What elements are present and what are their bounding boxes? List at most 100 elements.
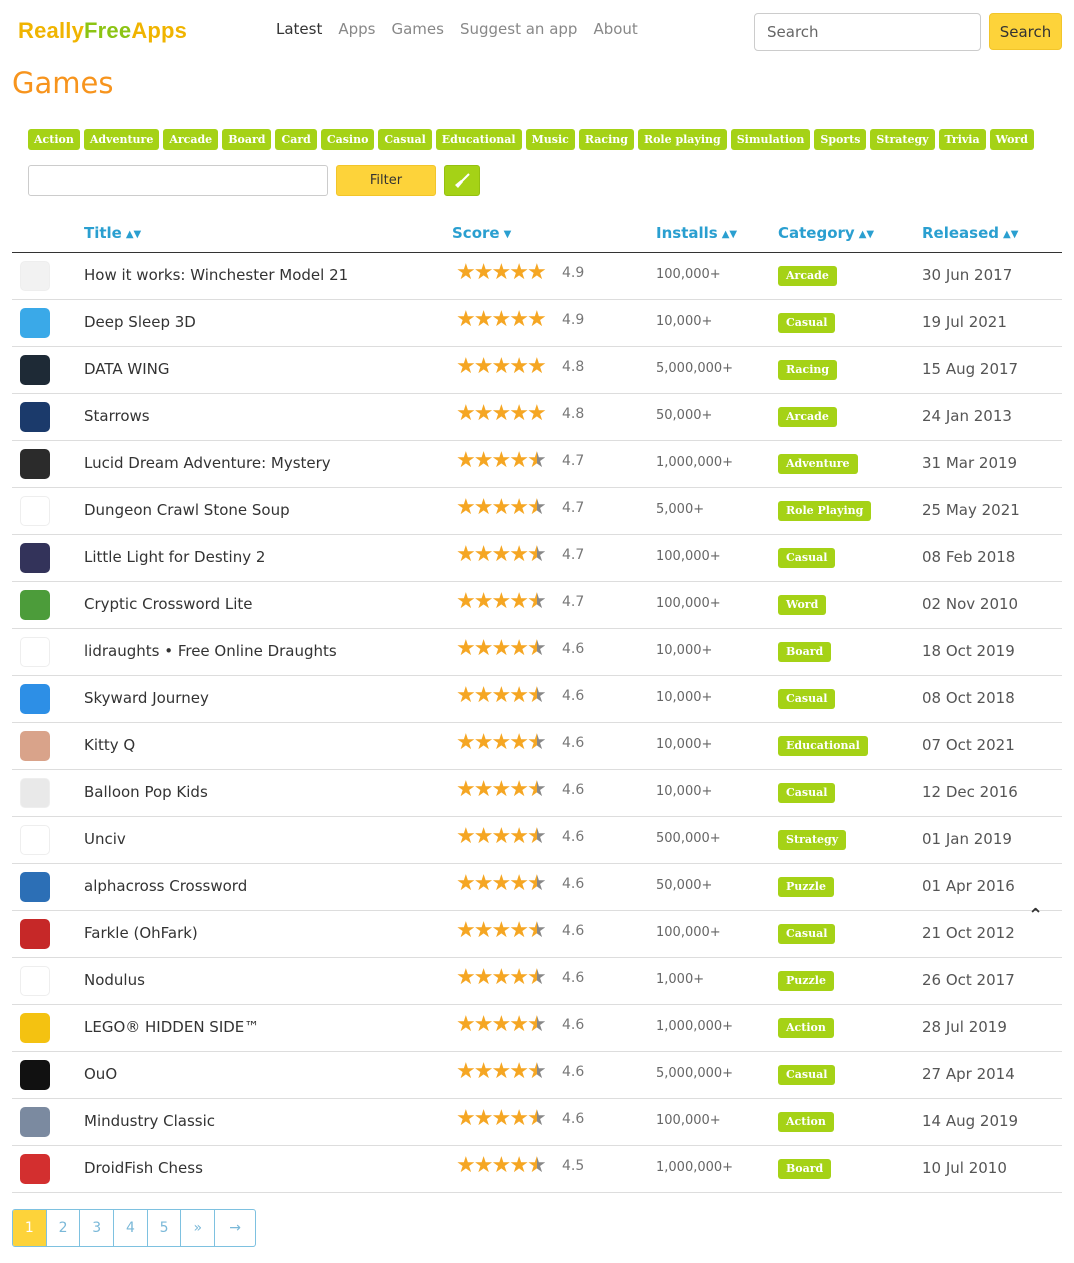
- category-badge[interactable]: Puzzle: [778, 971, 834, 991]
- dot-icon[interactable]: [20, 1060, 50, 1090]
- sort-score[interactable]: Score ▼: [452, 224, 511, 242]
- pencil-icon[interactable]: [20, 872, 50, 902]
- sort-title[interactable]: Title ▲▼: [84, 224, 141, 242]
- chess-icon[interactable]: [20, 1154, 50, 1184]
- category-badge[interactable]: Casual: [778, 783, 836, 803]
- app-title-link[interactable]: Nodulus: [84, 971, 145, 989]
- app-title-link[interactable]: Dungeon Crawl Stone Soup: [84, 501, 290, 519]
- category-badge[interactable]: Role Playing: [778, 501, 872, 521]
- category-badge[interactable]: Casual: [778, 924, 836, 944]
- table-row[interactable]: alphacross Crossword ★★★★★ 4.6 50,000+ Puzzl…: [12, 864, 1062, 911]
- search-button[interactable]: Search: [989, 13, 1062, 50]
- page-link[interactable]: 5: [148, 1210, 182, 1246]
- tag-simulation[interactable]: Simulation: [730, 129, 811, 150]
- table-row[interactable]: Farkle (OhFark) ★★★★★ 4.6 100,000+ Casual 21 …: [12, 911, 1062, 958]
- nav-games[interactable]: Games: [391, 19, 443, 39]
- plane-icon[interactable]: [20, 684, 50, 714]
- tag-trivia[interactable]: Trivia: [938, 129, 986, 150]
- app-title-link[interactable]: OuO: [84, 1065, 117, 1083]
- table-row[interactable]: How it works: Winchester Model 21 ★★★★★ 4.…: [12, 253, 1062, 300]
- category-badge[interactable]: Casual: [778, 689, 836, 709]
- filter-button[interactable]: Filter: [336, 165, 436, 196]
- category-badge[interactable]: Arcade: [778, 266, 837, 286]
- app-title-link[interactable]: Lucid Dream Adventure: Mystery: [84, 454, 331, 472]
- category-badge[interactable]: Educational: [778, 736, 868, 756]
- table-row[interactable]: Nodulus ★★★★★ 4.6 1,000+ Puzzle 26 Oct 2017: [12, 958, 1062, 1005]
- page-link[interactable]: 4: [114, 1210, 148, 1246]
- sort-released[interactable]: Released ▲▼: [922, 224, 1018, 242]
- tag-arcade[interactable]: Arcade: [163, 129, 219, 150]
- category-badge[interactable]: Racing: [778, 360, 838, 380]
- mech-icon[interactable]: [20, 1107, 50, 1137]
- tag-casual[interactable]: Casual: [378, 129, 432, 150]
- app-title-link[interactable]: Deep Sleep 3D: [84, 313, 196, 331]
- sleep-icon[interactable]: [20, 308, 50, 338]
- table-row[interactable]: Starrows ★★★★★ 4.8 50,000+ Arcade 24 Jan 2013: [12, 394, 1062, 441]
- table-row[interactable]: Deep Sleep 3D ★★★★★ 4.9 10,000+ Casual 19 Jul…: [12, 300, 1062, 347]
- back-to-top-button[interactable]: ⌃: [1028, 905, 1043, 926]
- crossword-icon[interactable]: [20, 590, 50, 620]
- table-row[interactable]: Skyward Journey ★★★★★ 4.6 10,000+ Casual 08 O…: [12, 676, 1062, 723]
- app-title-link[interactable]: Starrows: [84, 407, 150, 425]
- app-title-link[interactable]: LEGO® HIDDEN SIDE™: [84, 1018, 259, 1036]
- lego-icon[interactable]: [20, 1013, 50, 1043]
- app-title-link[interactable]: Unciv: [84, 830, 126, 848]
- kitty-icon[interactable]: [20, 731, 50, 761]
- tag-strategy[interactable]: Strategy: [870, 129, 935, 150]
- category-badge[interactable]: Casual: [778, 1065, 836, 1085]
- tag-board[interactable]: Board: [222, 129, 272, 150]
- page-link[interactable]: »: [181, 1210, 216, 1246]
- table-row[interactable]: Kitty Q ★★★★★ 4.6 10,000+ Educational 07 Oct …: [12, 723, 1062, 770]
- site-logo[interactable]: ReallyFreeApps: [18, 18, 187, 44]
- category-badge[interactable]: Arcade: [778, 407, 837, 427]
- balloon-icon[interactable]: [20, 778, 50, 808]
- category-badge[interactable]: Adventure: [778, 454, 858, 474]
- table-row[interactable]: Cryptic Crossword Lite ★★★★★ 4.7 100,000+ Wo…: [12, 582, 1062, 629]
- page-link[interactable]: 1: [13, 1210, 47, 1246]
- app-title-link[interactable]: Cryptic Crossword Lite: [84, 595, 253, 613]
- nav-about[interactable]: About: [593, 19, 637, 39]
- category-badge[interactable]: Action: [778, 1112, 834, 1132]
- cauldron-icon[interactable]: [20, 496, 50, 526]
- table-row[interactable]: Balloon Pop Kids ★★★★★ 4.6 10,000+ Casual 12 …: [12, 770, 1062, 817]
- nodes-icon[interactable]: [20, 966, 50, 996]
- category-badge[interactable]: Puzzle: [778, 877, 834, 897]
- app-title-link[interactable]: Mindustry Classic: [84, 1112, 215, 1130]
- table-row[interactable]: LEGO® HIDDEN SIDE™ ★★★★★ 4.6 1,000,000+ Acti…: [12, 1005, 1062, 1052]
- table-row[interactable]: Lucid Dream Adventure: Mystery ★★★★★ 4.7 1,…: [12, 441, 1062, 488]
- page-link[interactable]: 3: [80, 1210, 115, 1246]
- tag-educational[interactable]: Educational: [435, 129, 522, 150]
- category-badge[interactable]: Strategy: [778, 830, 847, 850]
- category-badge[interactable]: Casual: [778, 313, 836, 333]
- wing-icon[interactable]: [20, 355, 50, 385]
- draughts-icon[interactable]: [20, 637, 50, 667]
- page-link[interactable]: 2: [47, 1210, 81, 1246]
- category-badge[interactable]: Action: [778, 1018, 834, 1038]
- app-title-link[interactable]: DATA WING: [84, 360, 170, 378]
- ghost-icon[interactable]: [20, 543, 50, 573]
- app-title-link[interactable]: How it works: Winchester Model 21: [84, 266, 348, 284]
- nav-suggest[interactable]: Suggest an app: [460, 19, 577, 39]
- search-input[interactable]: [754, 13, 981, 51]
- tag-card[interactable]: Card: [275, 129, 317, 150]
- tag-word[interactable]: Word: [989, 129, 1034, 150]
- filter-input[interactable]: [28, 165, 328, 196]
- app-title-link[interactable]: DroidFish Chess: [84, 1159, 203, 1177]
- sort-category[interactable]: Category ▲▼: [778, 224, 874, 242]
- category-badge[interactable]: Board: [778, 642, 832, 662]
- table-row[interactable]: Dungeon Crawl Stone Soup ★★★★★ 4.7 5,000+ Ro…: [12, 488, 1062, 535]
- app-title-link[interactable]: lidraughts • Free Online Draughts: [84, 642, 337, 660]
- app-title-link[interactable]: Skyward Journey: [84, 689, 209, 707]
- tag-sports[interactable]: Sports: [814, 129, 867, 150]
- nav-apps[interactable]: Apps: [338, 19, 375, 39]
- starrows-icon[interactable]: [20, 402, 50, 432]
- table-row[interactable]: Mindustry Classic ★★★★★ 4.6 100,000+ Action 1…: [12, 1099, 1062, 1146]
- app-title-link[interactable]: alphacross Crossword: [84, 877, 247, 895]
- app-title-link[interactable]: Little Light for Destiny 2: [84, 548, 265, 566]
- table-row[interactable]: DATA WING ★★★★★ 4.8 5,000,000+ Racing 15 Aug …: [12, 347, 1062, 394]
- app-title-link[interactable]: Balloon Pop Kids: [84, 783, 208, 801]
- app-title-link[interactable]: Kitty Q: [84, 736, 135, 754]
- tag-racing[interactable]: Racing: [578, 129, 634, 150]
- table-row[interactable]: lidraughts • Free Online Draughts ★★★★★ 4.…: [12, 629, 1062, 676]
- hex-icon[interactable]: [20, 825, 50, 855]
